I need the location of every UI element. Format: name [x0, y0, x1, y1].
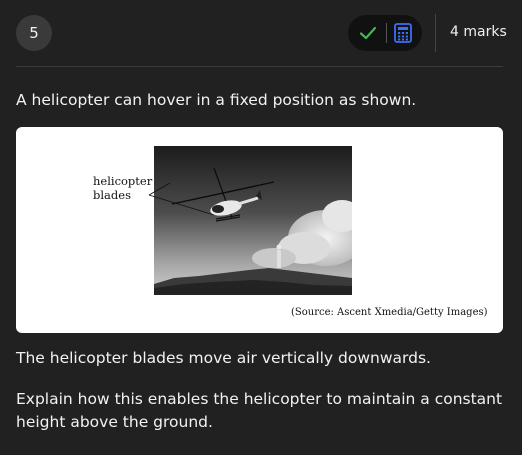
- check-icon[interactable]: [358, 23, 378, 43]
- question-number-badge: 5: [16, 15, 52, 51]
- label-leader-lines: [148, 182, 215, 216]
- marks-label: 4 marks: [450, 24, 507, 40]
- question-prompt: A helicopter can hover in a fixed positi…: [16, 91, 417, 109]
- header-divider: [435, 14, 436, 52]
- figure-source: (Source: Ascent Xmedia/Getty Images): [291, 307, 488, 318]
- calculator-icon[interactable]: [394, 23, 412, 43]
- question-toolbar: [348, 15, 422, 51]
- toolbar-divider: [385, 23, 387, 43]
- task-text: Explain how this enables the helicopter …: [16, 390, 503, 431]
- header-rule: [16, 66, 503, 67]
- question-figure: helicopter blades (Source: Ascent Xmedia…: [16, 127, 503, 333]
- statement-text: The helicopter blades move air verticall…: [16, 349, 431, 367]
- question-number: 5: [29, 24, 39, 42]
